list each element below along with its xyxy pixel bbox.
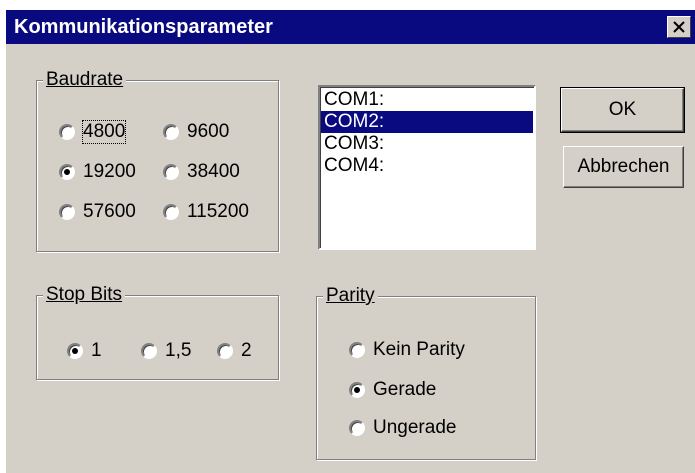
- dialog-window: Kommunikationsparameter Baudrate 4800 96…: [6, 10, 695, 473]
- radio-selected-icon: [349, 382, 365, 398]
- cancel-button[interactable]: Abbrechen: [563, 146, 684, 188]
- radio-selected-icon: [59, 164, 75, 180]
- radio-baud-57600[interactable]: 57600: [59, 199, 136, 225]
- radio-label: 38400: [187, 161, 240, 182]
- radio-baud-4800[interactable]: 4800: [59, 119, 127, 145]
- radio-parity-odd[interactable]: Ungerade: [349, 415, 456, 441]
- radio-label: Ungerade: [373, 417, 457, 438]
- list-item[interactable]: COM1:: [321, 89, 533, 111]
- radio-label: 4800: [81, 120, 127, 144]
- radio-icon: [59, 204, 75, 220]
- baudrate-label: Baudrate: [43, 68, 127, 92]
- radio-label: 1,5: [165, 340, 192, 361]
- radio-baud-38400[interactable]: 38400: [163, 159, 240, 185]
- port-listbox[interactable]: COM1: COM2: COM3: COM4:: [318, 85, 536, 250]
- radio-label: 9600: [187, 121, 230, 142]
- radio-label: Kein Parity: [373, 339, 465, 360]
- stopbits-label: Stop Bits: [43, 283, 126, 307]
- ok-button[interactable]: OK: [560, 87, 685, 133]
- radio-stop-1[interactable]: 1: [67, 338, 102, 364]
- stopbits-label-text: Stop Bits: [46, 284, 123, 305]
- baudrate-label-text: Baudrate: [46, 69, 124, 90]
- radio-baud-115200[interactable]: 115200: [163, 199, 249, 225]
- radio-label: 2: [241, 340, 252, 361]
- radio-selected-icon: [67, 343, 83, 359]
- radio-baud-9600[interactable]: 9600: [163, 119, 229, 145]
- radio-icon: [141, 343, 157, 359]
- list-item-selected[interactable]: COM2:: [321, 111, 533, 133]
- radio-stop-2[interactable]: 2: [217, 338, 252, 364]
- radio-label: 19200: [83, 161, 136, 182]
- radio-icon: [217, 343, 233, 359]
- radio-icon: [59, 124, 75, 140]
- stopbits-group: Stop Bits 1 1,5 2: [36, 283, 279, 380]
- radio-label: Gerade: [373, 379, 437, 400]
- radio-parity-none[interactable]: Kein Parity: [349, 337, 465, 363]
- radio-icon: [163, 124, 179, 140]
- baudrate-group: Baudrate 4800 9600 19200 38400 57600 115…: [36, 68, 279, 252]
- dialog-title: Kommunikationsparameter: [14, 16, 273, 38]
- radio-icon: [349, 342, 365, 358]
- radio-icon: [349, 420, 365, 436]
- list-item[interactable]: COM3:: [321, 133, 533, 155]
- radio-icon: [163, 164, 179, 180]
- radio-label: 1: [91, 340, 102, 361]
- radio-icon: [163, 204, 179, 220]
- parity-label: Parity: [323, 284, 378, 308]
- title-bar[interactable]: Kommunikationsparameter: [6, 10, 695, 44]
- parity-group: Parity Kein Parity Gerade Ungerade: [316, 284, 536, 460]
- list-item[interactable]: COM4:: [321, 155, 533, 177]
- radio-parity-even[interactable]: Gerade: [349, 377, 436, 403]
- radio-label: 57600: [83, 201, 136, 222]
- radio-label: 115200: [187, 201, 249, 222]
- close-button[interactable]: [667, 16, 691, 38]
- radio-baud-19200[interactable]: 19200: [59, 159, 136, 185]
- close-icon: [673, 21, 685, 33]
- radio-stop-1-5[interactable]: 1,5: [141, 338, 191, 364]
- parity-label-text: Parity: [326, 285, 375, 306]
